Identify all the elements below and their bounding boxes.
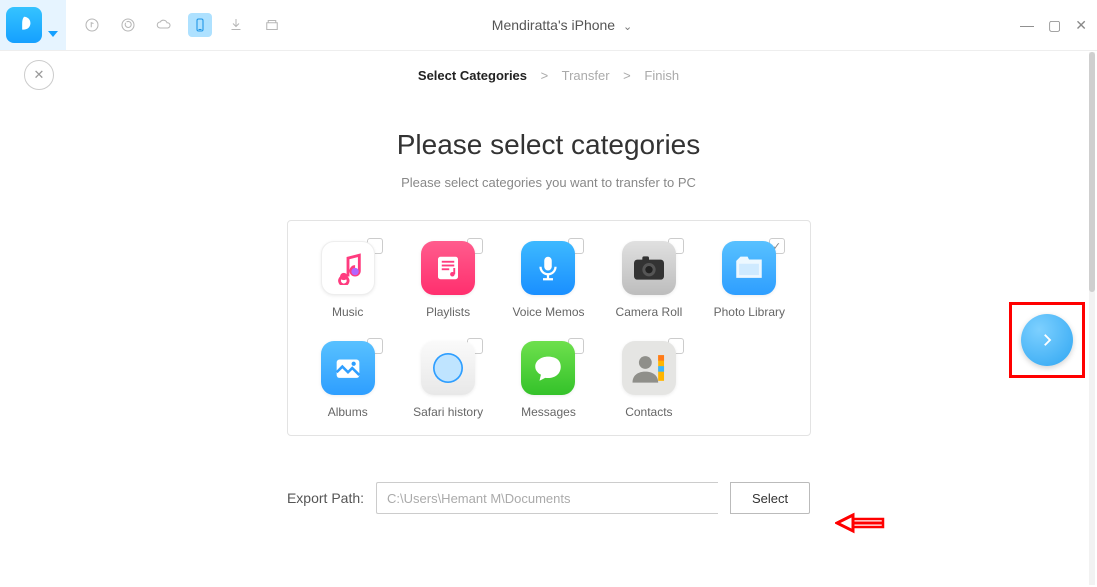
chevron-right-icon [1038,331,1056,349]
category-contacts[interactable]: Contacts [599,341,699,419]
breadcrumb: Select Categories > Transfer > Finish [0,68,1097,83]
vertical-scrollbar[interactable] [1089,52,1095,585]
chevron-down-icon: ⌄ [623,21,632,33]
contacts-icon [622,341,676,395]
camera-icon [622,241,676,295]
export-path-row: Export Path: Select [0,482,1097,514]
albums-icon [321,341,375,395]
breadcrumb-step-1: Select Categories [418,68,527,83]
page-subtitle: Please select categories you want to tra… [0,175,1097,190]
breadcrumb-sep-icon: > [541,68,549,83]
category-label: Albums [328,405,368,419]
app-menu-caret-icon [48,31,58,37]
app-logo-icon [6,7,42,43]
music-icon [321,241,375,295]
breadcrumb-step-3: Finish [644,68,679,83]
category-label: Music [332,305,363,319]
category-camera-roll[interactable]: Camera Roll [599,241,699,319]
export-path-input[interactable] [376,482,718,514]
minimize-button[interactable]: — [1020,18,1034,32]
messages-icon [521,341,575,395]
select-path-button[interactable]: Select [730,482,810,514]
category-albums[interactable]: Albums [298,341,398,419]
category-photo-library[interactable]: ✓ Photo Library [699,241,799,319]
category-label: Safari history [413,405,483,419]
music-tab-icon[interactable] [80,13,104,37]
close-panel-button[interactable]: ✕ [24,60,54,90]
category-grid: Music Playlists Voice Memos Camera Roll … [298,241,800,419]
category-label: Messages [521,405,576,419]
breadcrumb-step-2: Transfer [562,68,610,83]
category-voice-memos[interactable]: Voice Memos [498,241,598,319]
category-panel: Music Playlists Voice Memos Camera Roll … [287,220,811,436]
title-bar: Mendiratta's iPhone ⌄ — ▢ ✕ [0,0,1097,51]
breadcrumb-sep-icon: > [623,68,631,83]
window-controls: — ▢ ✕ [1020,18,1087,32]
category-label: Contacts [625,405,672,419]
playlists-icon [421,241,475,295]
next-button[interactable] [1021,314,1073,366]
close-window-button[interactable]: ✕ [1075,18,1087,32]
photo-library-icon [722,241,776,295]
microphone-icon [521,241,575,295]
page-title: Please select categories [0,129,1097,161]
scrollbar-thumb[interactable] [1089,52,1095,292]
category-messages[interactable]: Messages [498,341,598,419]
device-title-text: Mendiratta's iPhone [492,17,615,33]
safari-icon [421,341,475,395]
category-label: Playlists [426,305,470,319]
annotation-highlight-box [1009,302,1085,378]
device-dropdown[interactable]: Mendiratta's iPhone ⌄ [104,17,1020,33]
category-safari-history[interactable]: Safari history [398,341,498,419]
category-label: Photo Library [714,305,785,319]
annotation-arrow-icon [835,510,885,541]
category-music[interactable]: Music [298,241,398,319]
category-label: Camera Roll [616,305,683,319]
category-label: Voice Memos [512,305,584,319]
category-playlists[interactable]: Playlists [398,241,498,319]
maximize-button[interactable]: ▢ [1048,18,1061,32]
app-logo-region[interactable] [0,0,66,50]
export-path-label: Export Path: [287,490,364,506]
